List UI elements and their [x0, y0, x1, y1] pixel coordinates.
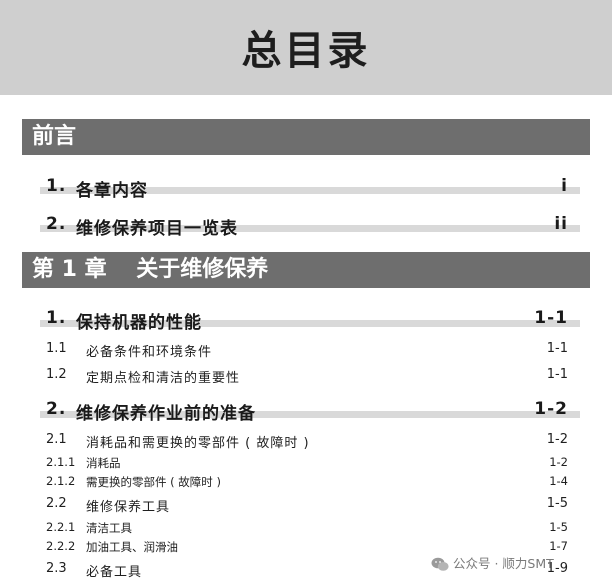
entry-number: 2.2.1 — [46, 520, 76, 534]
entry-page: 1-2 — [546, 432, 568, 447]
entry-number: 2. — [46, 399, 67, 419]
entry-number: 1.1 — [46, 341, 67, 356]
wechat-icon — [431, 557, 449, 571]
entry-label: 需更换的零部件 ( 故障时 ) — [86, 475, 221, 489]
entry-label: 加油工具、润滑油 — [86, 540, 178, 554]
entry-label: 消耗品和需更换的零部件 ( 故障时 ) — [86, 436, 310, 451]
entry-label: 清洁工具 — [86, 521, 132, 535]
entry-label: 必备工具 — [86, 565, 143, 580]
page-title: 总目录 — [241, 28, 371, 74]
entry-page: 1-1 — [534, 308, 568, 328]
entry-page: i — [561, 176, 568, 196]
entry-page: 1-7 — [549, 539, 568, 553]
entry-label: 各章内容 — [76, 181, 148, 201]
watermark: 公众号 · 顺力SMT — [431, 555, 554, 573]
entry-number: 2.3 — [46, 561, 67, 576]
entry-page: 1-4 — [549, 474, 568, 488]
entry-number: 2.1 — [46, 432, 67, 447]
entry-number: 1. — [46, 176, 67, 196]
entry-label: 必备条件和环境条件 — [86, 345, 213, 360]
entry-page: ii — [554, 214, 568, 234]
entry-label: 消耗品 — [86, 456, 121, 470]
entry-number: 2.1.2 — [46, 474, 76, 488]
entry-page: 1-5 — [549, 520, 568, 534]
entry-number: 2.2 — [46, 496, 67, 511]
section-header-chapter-1: 第 1 章 关于维修保养 — [22, 252, 590, 288]
entry-label: 维修保养作业前的准备 — [76, 404, 256, 424]
entry-label: 定期点检和清洁的重要性 — [86, 371, 241, 386]
entry-label: 保持机器的性能 — [76, 313, 202, 333]
section-header-preface: 前言 — [22, 119, 590, 155]
entry-page: 1-5 — [546, 496, 568, 511]
watermark-text: 公众号 · 顺力SMT — [453, 556, 554, 571]
entry-page: 1-2 — [549, 455, 568, 469]
entry-number: 2.2.2 — [46, 539, 76, 553]
entry-number: 2.1.1 — [46, 455, 76, 469]
entry-page: 1-1 — [546, 341, 568, 356]
entry-label: 维修保养工具 — [86, 500, 171, 515]
entry-page: 1-1 — [546, 367, 568, 382]
entry-page: 1-2 — [534, 399, 568, 419]
entry-label: 维修保养项目一览表 — [76, 219, 238, 239]
entry-number: 2. — [46, 214, 67, 234]
entry-number: 1. — [46, 308, 67, 328]
entry-number: 1.2 — [46, 367, 67, 382]
